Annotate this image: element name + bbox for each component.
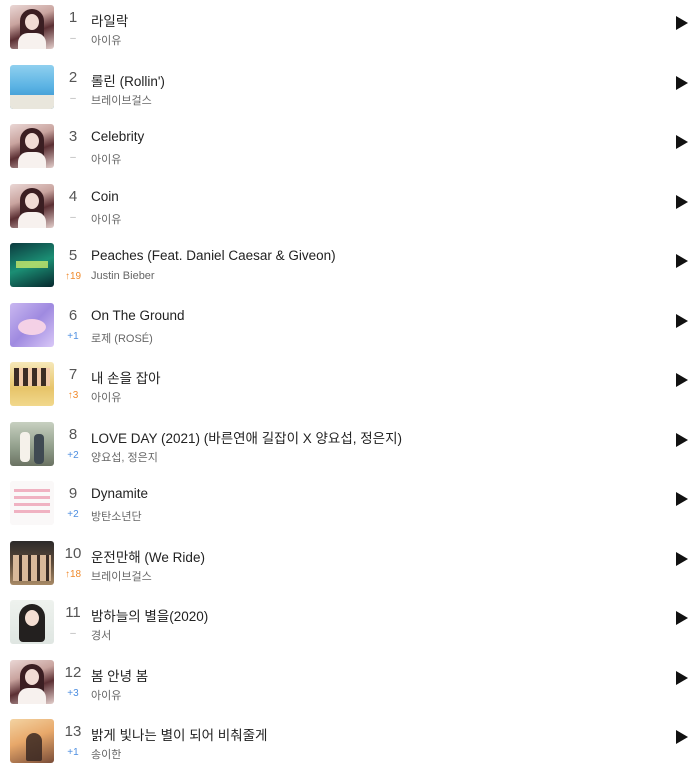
song-row-8[interactable]: 8 +2 LOVE DAY (2021) (바른연애 길잡이 X 양요섭, 정은… (0, 417, 698, 477)
song-title[interactable]: Coin (91, 189, 119, 204)
song-row-10[interactable]: 10 ↑18 운전만해 (We Ride) 브레이브걸스 (0, 536, 698, 596)
rank-number: 1 (68, 9, 78, 26)
song-row-9[interactable]: 9 +2 Dynamite 방탄소년단 (0, 476, 698, 536)
song-title[interactable]: On The Ground (91, 308, 185, 323)
artist-name[interactable]: 송이한 (91, 746, 121, 762)
song-row-2[interactable]: 2 – 롤린 (Rollin') 브레이브걸스 (0, 60, 698, 120)
album-art[interactable] (10, 421, 54, 466)
play-icon[interactable] (676, 194, 688, 209)
song-row-3[interactable]: 3 – Celebrity 아이유 (0, 119, 698, 179)
song-row-13[interactable]: 13 +1 밝게 빛나는 별이 되어 비춰줄게 송이한 (0, 714, 698, 774)
album-art[interactable] (10, 719, 54, 763)
song-row-11[interactable]: 11 – 밤하늘의 별을(2020) 경서 (0, 595, 698, 655)
artist-name[interactable]: 아이유 (91, 32, 121, 48)
play-icon[interactable] (676, 492, 688, 506)
album-art[interactable] (10, 5, 54, 49)
song-row-6[interactable]: 6 +1 On The Ground 로제 (ROSÉ) (0, 298, 698, 358)
album-art[interactable] (10, 183, 54, 228)
play-icon[interactable] (676, 611, 688, 625)
song-title[interactable]: 라일락 (91, 10, 128, 30)
play-icon[interactable] (676, 75, 688, 90)
rank-change: ↑19 (64, 271, 82, 282)
play-icon[interactable] (676, 313, 688, 328)
artist-name[interactable]: 브레이브걸스 (91, 92, 152, 108)
play-icon[interactable] (676, 730, 688, 744)
song-title[interactable]: 봄 안녕 봄 (91, 665, 148, 685)
artist-name[interactable]: Justin Bieber (91, 270, 155, 282)
rank-change: ↑3 (67, 390, 79, 401)
play-icon[interactable] (676, 670, 688, 685)
song-row-12[interactable]: 12 +3 봄 안녕 봄 아이유 (0, 655, 698, 715)
rank-number: 12 (64, 663, 82, 681)
rank-change: – (70, 92, 76, 104)
song-row-1[interactable]: 1 – 라일락 아이유 (0, 0, 698, 60)
artist-name[interactable]: 방탄소년단 (91, 508, 142, 524)
play-icon[interactable] (676, 16, 688, 30)
song-row-4[interactable]: 4 – Coin 아이유 (0, 179, 698, 239)
album-art[interactable] (10, 302, 54, 347)
rank-number: 6 (68, 306, 78, 324)
rank-change: – (70, 628, 76, 639)
rank-change: – (70, 33, 76, 44)
play-icon[interactable] (676, 432, 688, 447)
rank-number: 8 (68, 425, 78, 443)
artist-name[interactable]: 아이유 (91, 389, 121, 405)
song-title[interactable]: LOVE DAY (2021) (바른연애 길잡이 X 양요섭, 정은지) (91, 427, 402, 447)
rank-number: 11 (65, 604, 81, 621)
rank-number: 9 (68, 485, 78, 502)
rank-change: – (70, 211, 76, 223)
play-icon[interactable] (676, 373, 688, 387)
album-art[interactable] (10, 540, 54, 585)
song-row-5[interactable]: 5 ↑19 Peaches (Feat. Daniel Caesar & Giv… (0, 238, 698, 298)
artist-name[interactable]: 아이유 (91, 211, 121, 227)
rank-change: +1 (67, 747, 79, 758)
play-icon[interactable] (676, 135, 688, 149)
rank-change: +3 (67, 687, 79, 699)
play-icon[interactable] (676, 254, 688, 268)
rank-number: 7 (68, 366, 78, 383)
artist-name[interactable]: 아이유 (91, 687, 121, 703)
rank-number: 4 (68, 187, 78, 205)
rank-change: +2 (67, 449, 79, 461)
song-chart-list: 1 – 라일락 아이유 2 – 롤린 (Rollin') 브레이브걸스 3 – … (0, 0, 698, 774)
song-title[interactable]: 밤하늘의 별을(2020) (91, 605, 208, 625)
artist-name[interactable]: 로제 (ROSÉ) (91, 330, 153, 346)
artist-name[interactable]: 아이유 (91, 151, 121, 167)
rank-number: 3 (68, 128, 78, 145)
song-title[interactable]: 밝게 빛나는 별이 되어 비춰줄게 (91, 724, 267, 744)
artist-name[interactable]: 브레이브걸스 (91, 568, 152, 584)
album-art[interactable] (10, 64, 54, 109)
album-art[interactable] (10, 481, 54, 525)
rank-number: 2 (68, 68, 78, 86)
album-art[interactable] (10, 600, 54, 644)
album-art[interactable] (10, 124, 54, 168)
rank-change: +2 (67, 509, 79, 520)
song-row-7[interactable]: 7 ↑3 내 손을 잡아 아이유 (0, 357, 698, 417)
album-art[interactable] (10, 243, 54, 287)
song-title[interactable]: Celebrity (91, 129, 144, 144)
artist-name[interactable]: 양요섭, 정은지 (91, 449, 158, 465)
rank-change: ↑18 (64, 568, 82, 580)
song-title[interactable]: 롤린 (Rollin') (91, 70, 165, 90)
rank-number: 5 (68, 247, 78, 264)
rank-change: +1 (67, 330, 79, 342)
rank-change: – (70, 152, 76, 163)
song-title[interactable]: Dynamite (91, 486, 148, 501)
song-title[interactable]: 운전만해 (We Ride) (91, 546, 205, 566)
play-icon[interactable] (676, 551, 688, 566)
song-title[interactable]: Peaches (Feat. Daniel Caesar & Giveon) (91, 248, 336, 263)
rank-number: 10 (64, 544, 82, 562)
artist-name[interactable]: 경서 (91, 627, 111, 643)
rank-number: 13 (64, 723, 82, 740)
song-title[interactable]: 내 손을 잡아 (91, 367, 161, 387)
album-art[interactable] (10, 659, 54, 704)
album-art[interactable] (10, 362, 54, 406)
